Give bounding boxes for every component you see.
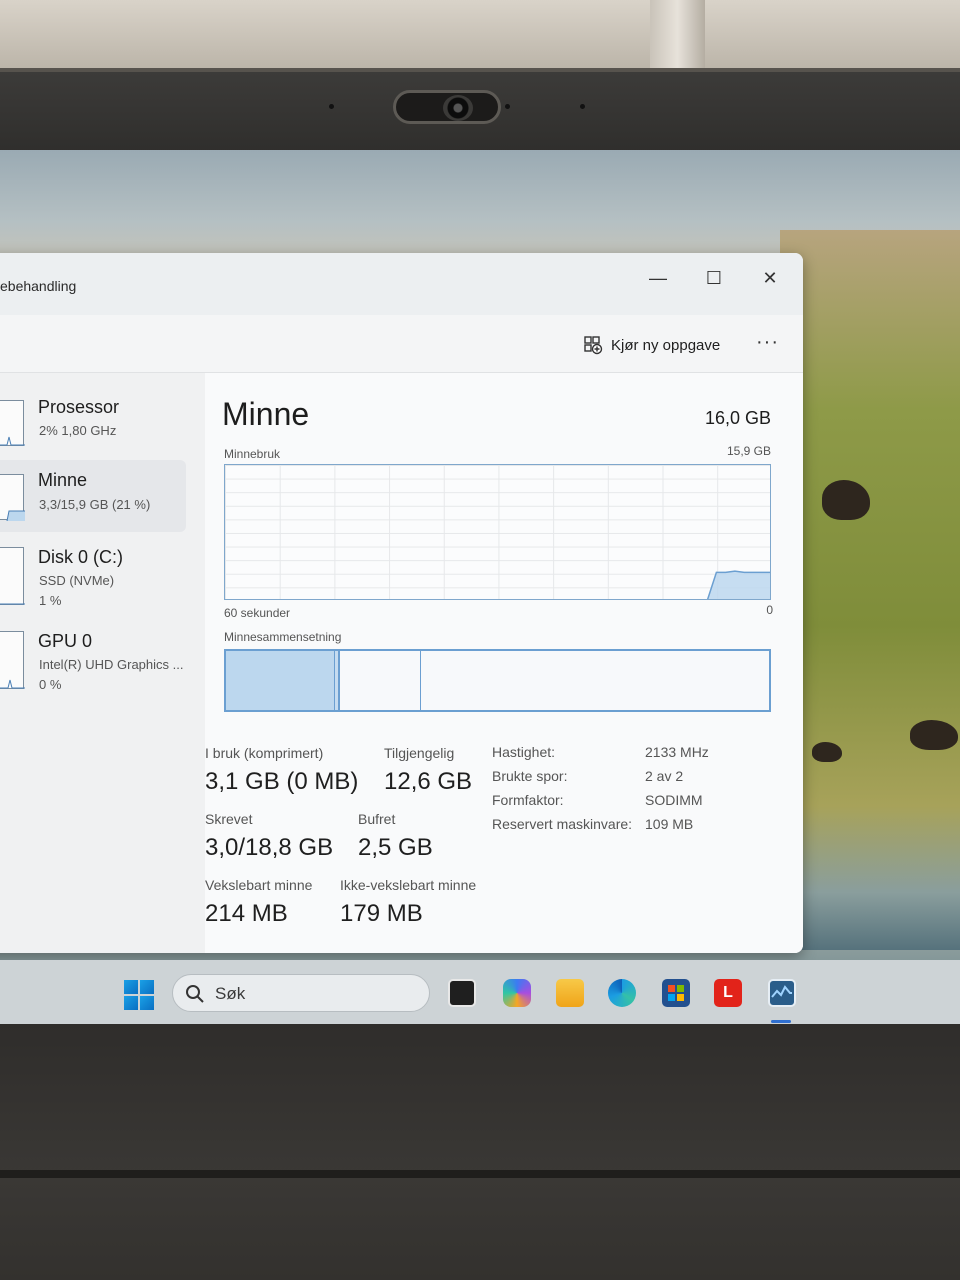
in-use-label: I bruk (komprimert) [205,745,324,761]
paged-pool-value: 214 MB [205,900,288,927]
sidebar-item-processor[interactable]: Prosessor 2% 1,80 GHz [0,393,186,465]
memory-usage-plot [706,570,770,599]
store-icon[interactable] [662,979,690,1007]
memory-sparkline [0,474,25,522]
form-factor-label: Formfaktor: [492,792,564,808]
sidebar-item-detail: SSD (NVMe) [39,573,115,588]
composition-free[interactable] [421,651,769,710]
lenovo-icon[interactable]: L [714,979,742,1007]
page-title: Minne [222,396,310,432]
window-title: ebehandling [0,278,77,294]
available-value: 12,6 GB [384,768,473,795]
search-placeholder: Søk [215,984,246,1003]
new-task-icon [584,336,603,355]
maximize-button[interactable]: ☐ [694,263,734,293]
taskbar: Søk L [0,960,960,1024]
sidebar-item-label: Disk 0 (C:) [38,547,123,567]
command-bar: Kjør ny oppgave ··· [0,315,803,373]
file-explorer-icon[interactable] [556,979,584,1007]
sidebar-item-usage: 1 % [39,593,62,608]
wallpaper-bison [822,480,870,520]
sidebar-item-detail: 3,3/15,9 GB (21 %) [39,497,151,512]
slots-label: Brukte spor: [492,768,568,784]
sensor-dot [329,104,334,109]
available-label: Tilgjengelig [384,745,455,761]
memory-usage-graph [224,464,771,600]
laptop-hinge [0,1170,960,1178]
cached-value: 2,5 GB [358,834,433,861]
edge-icon[interactable] [608,979,636,1007]
memory-composition-bar [224,649,771,712]
nonpaged-pool-label: Ikke-vekslebart minne [340,877,477,893]
active-app-indicator [771,1020,791,1023]
close-button[interactable]: ✕ [750,263,790,293]
sidebar-item-detail: Intel(R) UHD Graphics ... [39,657,184,672]
minimize-button[interactable]: — [638,263,678,293]
wallpaper-bison [812,742,842,762]
wallpaper-bison [910,720,958,750]
search-icon [186,985,204,1003]
webcam-icon [443,95,473,121]
gpu-sparkline [0,631,25,689]
composition-standby[interactable] [340,651,422,710]
task-view-icon[interactable] [448,979,476,1007]
task-manager-window: ebehandling — ☐ ✕ Kjør ny oppgave ··· Pr… [0,253,803,953]
copilot-icon[interactable] [503,979,531,1007]
form-factor-value: SODIMM [645,792,703,808]
disk-sparkline [0,547,25,605]
speed-label: Hastighet: [492,744,556,760]
sensor-dot [580,104,585,109]
composition-in-use[interactable] [226,651,335,710]
reserved-value: 109 MB [645,816,694,832]
sidebar-item-label: Minne [38,470,88,490]
nonpaged-pool-value: 179 MB [340,900,423,927]
paged-pool-label: Vekslebart minne [205,877,313,893]
sidebar-item-memory[interactable]: Minne 3,3/15,9 GB (21 %) [0,460,186,532]
cached-label: Bufret [358,811,396,827]
speed-value: 2133 MHz [645,744,709,760]
sidebar-item-gpu[interactable]: GPU 0 Intel(R) UHD Graphics ... 0 % [0,627,186,699]
sensor-dot [505,104,510,109]
sidebar-item-usage: 0 % [39,677,62,692]
more-options-button[interactable]: ··· [756,331,779,354]
graph-label: Minnebruk [224,447,281,461]
sidebar-item-label: Prosessor [38,397,120,417]
taskbar-search[interactable]: Søk [172,974,430,1012]
windows-start-icon[interactable] [124,980,154,1010]
background-post [650,0,705,75]
performance-sidebar: Prosessor 2% 1,80 GHz Minne 3,3/15,9 GB … [0,373,200,953]
graph-time-label: 60 sekunder [224,606,291,620]
graph-zero-label: 0 [766,603,773,617]
sidebar-item-disk[interactable]: Disk 0 (C:) SSD (NVMe) 1 % [0,543,186,615]
memory-usage-area [707,571,770,599]
composition-label: Minnesammensetning [224,630,342,644]
committed-label: Skrevet [205,811,253,827]
wallpaper-hillside [780,230,960,950]
laptop-bottom-bezel [0,1024,960,1280]
reserved-label: Reservert maskinvare: [492,816,633,832]
memory-panel: Minne 16,0 GB Minnebruk 15,9 GB 60 sekun… [205,373,803,953]
graph-max-label: 15,9 GB [726,444,771,458]
slots-value: 2 av 2 [645,768,684,784]
total-memory: 16,0 GB [704,408,771,428]
background-wall [0,0,960,75]
sidebar-item-detail: 2% 1,80 GHz [39,423,117,438]
task-manager-icon[interactable] [768,979,796,1007]
run-new-task-button[interactable]: Kjør ny oppgave [583,333,720,357]
in-use-value: 3,1 GB (0 MB) [205,768,359,795]
run-new-task-label: Kjør ny oppgave [611,336,721,354]
processor-sparkline [0,400,25,446]
committed-value: 3,0/18,8 GB [205,834,334,861]
sidebar-item-label: GPU 0 [38,631,93,651]
title-bar: ebehandling — ☐ ✕ [0,253,803,315]
